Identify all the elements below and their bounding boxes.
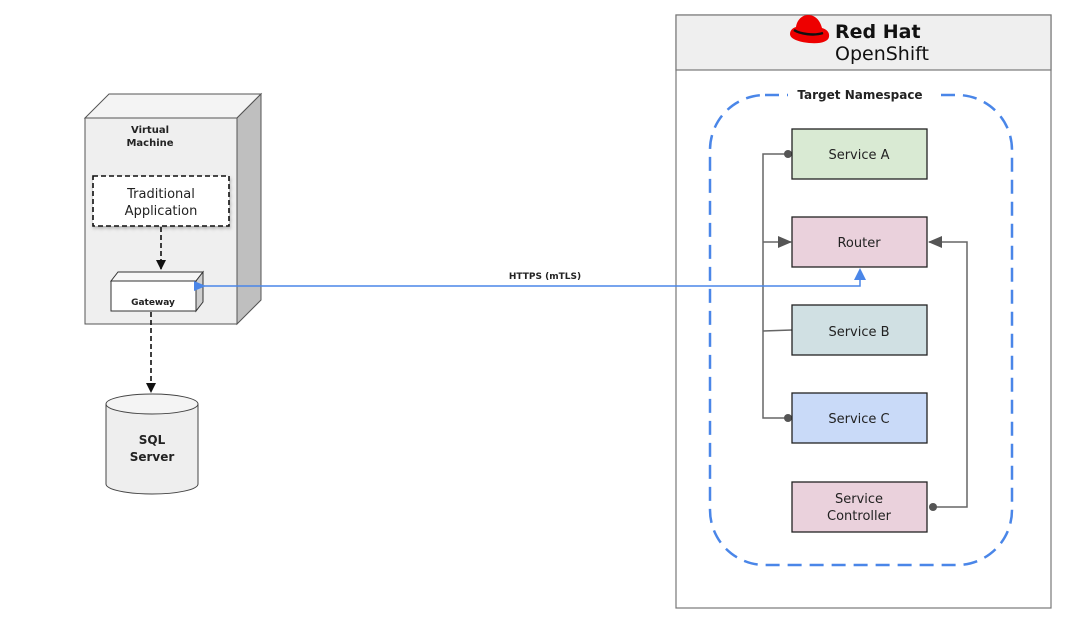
service-c-label: Service C: [828, 412, 889, 427]
gateway-label: Gateway: [131, 298, 175, 308]
traditional-application: Traditional Application: [92, 175, 230, 227]
brand-openshift: OpenShift: [835, 43, 929, 65]
sql-label-line1: SQL: [139, 433, 166, 447]
service-a: Service A: [791, 128, 928, 180]
vm-title-line2: Machine: [126, 138, 173, 149]
vm-top-face: [83, 93, 263, 119]
app-label-line1: Traditional: [126, 187, 195, 202]
service-c: Service C: [791, 392, 928, 444]
service-controller: Service Controller: [791, 481, 928, 533]
sql-label-line2: Server: [130, 450, 175, 464]
service-b-label: Service B: [828, 325, 889, 340]
service-a-label: Service A: [828, 148, 889, 163]
app-label-line2: Application: [125, 204, 198, 219]
gateway: Gateway: [109, 270, 205, 313]
service-c-port-dot: [784, 414, 792, 422]
service-controller-label-line2: Controller: [827, 509, 892, 524]
service-a-port-dot: [784, 150, 792, 158]
service-controller-label-line1: Service: [835, 492, 883, 507]
virtual-machine: Virtual Machine Traditional Application …: [83, 92, 263, 326]
brand-redhat: Red Hat: [835, 21, 921, 43]
namespace-label: Target Namespace: [797, 88, 922, 102]
controller-port-dot: [929, 503, 937, 511]
openshift-cluster: Red Hat OpenShift Target Namespace Servi…: [675, 14, 1052, 609]
router: Router: [791, 216, 928, 268]
vm-side-face: [236, 92, 262, 326]
router-label: Router: [837, 236, 881, 251]
sql-server-database: SQL Server: [105, 393, 199, 495]
service-b: Service B: [791, 304, 928, 356]
vm-title-line1: Virtual: [131, 125, 169, 136]
architecture-diagram: Virtual Machine Traditional Application …: [83, 14, 1052, 609]
connection-label: HTTPS (mTLS): [509, 272, 581, 282]
